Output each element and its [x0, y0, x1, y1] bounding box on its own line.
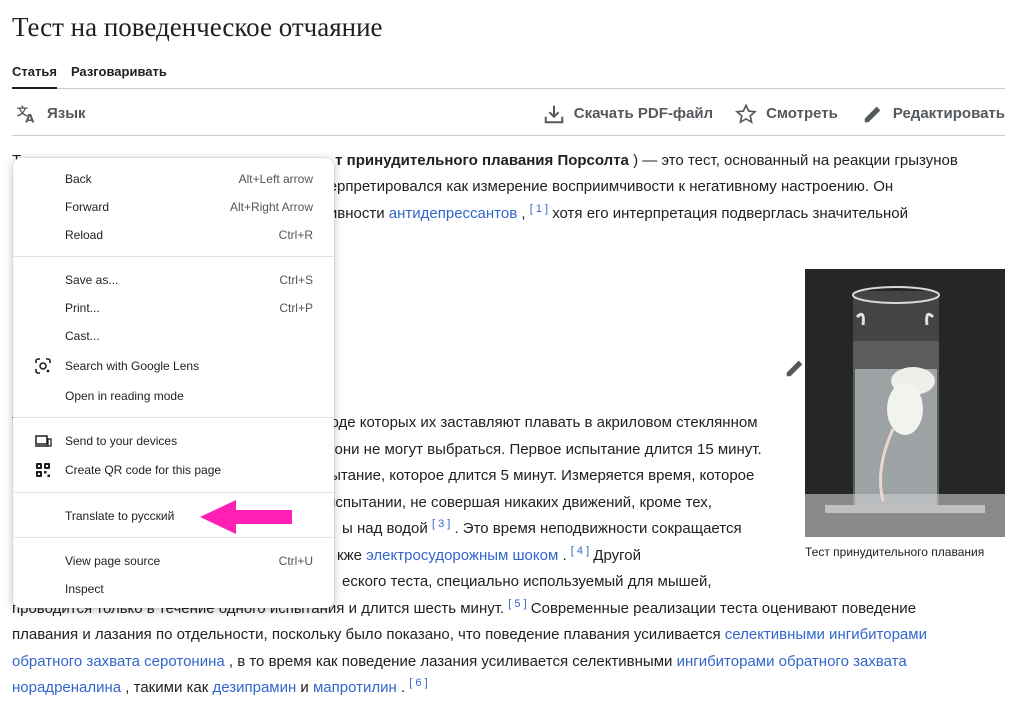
menu-item-save-as[interactable]: Save as... Ctrl+S	[13, 266, 334, 294]
article-text: , в то время как поведение лазания усили…	[224, 653, 677, 670]
ref-3[interactable]: [ 3 ]	[432, 518, 450, 530]
menu-item-label: Inspect	[65, 582, 104, 596]
link-serotonin-reuptake[interactable]: обратного захвата серотонина	[12, 653, 225, 670]
menu-item-reading-mode[interactable]: Open in reading mode	[13, 382, 334, 410]
download-pdf-label: Скачать PDF-файл	[573, 105, 714, 122]
article-line: ы над водой [ 3 ] . Это время неподвижно…	[342, 516, 742, 543]
google-lens-icon	[35, 358, 51, 374]
menu-separator	[13, 417, 334, 418]
link-desipramine[interactable]: дезипрамин	[212, 679, 296, 696]
qr-code-icon	[36, 463, 50, 477]
article-text: Современные реализации теста оценивают п…	[526, 600, 917, 617]
menu-item-shortcut: Ctrl+P	[279, 301, 313, 315]
article-line: терпретировался как измерение восприимчи…	[322, 178, 894, 195]
star-icon	[735, 102, 758, 124]
menu-item-cast[interactable]: Cast...	[13, 322, 334, 350]
link-selective-inhibitors[interactable]: селективными ингибиторами	[725, 626, 927, 643]
menu-item-label: Send to your devices	[65, 434, 178, 448]
article-line: норадреналина , такими как дезипрамин и …	[12, 677, 428, 697]
pencil-icon	[864, 106, 881, 122]
article-line: о они не могут выбраться. Первое испытан…	[322, 441, 762, 458]
menu-item-label: Search with Google Lens	[65, 359, 200, 373]
menu-separator	[13, 537, 334, 538]
menu-item-label: Save as...	[65, 273, 119, 287]
edit-label: Редактировать	[892, 105, 1005, 122]
menu-item-shortcut: Ctrl+S	[279, 273, 313, 287]
article-line: тивности антидепрессантов , [ 1 ] хотя е…	[322, 203, 908, 223]
article-line: плавания и лазания по отдельности, поско…	[12, 622, 927, 649]
article-text: плавания и лазания по отдельности, поско…	[12, 626, 725, 643]
watch-button[interactable]: Смотреть	[735, 102, 838, 125]
link-reuptake-inhibitors[interactable]: ингибиторами обратного захвата	[677, 653, 907, 670]
menu-item-label: Print...	[65, 301, 100, 315]
menu-separator	[13, 256, 334, 257]
menu-item-label: Forward	[65, 200, 110, 214]
menu-item-reload[interactable]: Reload Ctrl+R	[13, 221, 334, 249]
article-text: кже	[337, 547, 367, 564]
menu-item-view-source[interactable]: View page source Ctrl+U	[13, 547, 334, 575]
menu-item-send-to-devices[interactable]: Send to your devices	[13, 427, 334, 455]
page-toolbar: 文A Язык Скачать PDF-файл Смотреть Редакт…	[12, 92, 1005, 136]
menu-item-shortcut: Ctrl+R	[278, 228, 313, 242]
article-line: испытании, не совершая никаких движений,…	[327, 494, 712, 511]
pink-pointer-arrow-icon	[200, 500, 292, 534]
menu-item-shortcut: Alt+Right Arrow	[229, 200, 313, 214]
download-icon	[544, 105, 564, 123]
menu-item-label: Cast...	[65, 329, 100, 343]
bold-term: т принудительного плавания Порсолта	[335, 152, 629, 169]
page-tabs: Статья Разговаривать	[12, 62, 1005, 89]
article-text: и	[296, 679, 313, 696]
browser-context-menu: Back Alt+Left arrow Forward Alt+Right Ar…	[13, 158, 334, 608]
article-figure: Тест принудительного плавания	[805, 269, 1005, 559]
link-noradrenaline[interactable]: норадреналина	[12, 679, 121, 696]
ref-6[interactable]: [ 6 ]	[409, 677, 427, 689]
ref-5[interactable]: [ 5 ]	[508, 598, 526, 610]
menu-item-google-lens[interactable]: Search with Google Lens	[13, 352, 334, 380]
menu-item-qr-code[interactable]: Create QR code for this page	[13, 456, 334, 484]
tab-article[interactable]: Статья	[12, 62, 57, 89]
menu-item-shortcut: Ctrl+U	[278, 554, 313, 568]
link-antidepressants[interactable]: антидепрессантов	[389, 205, 517, 222]
menu-item-label: Reload	[65, 228, 104, 242]
link-electroconvulsive-shock[interactable]: электросудорожным шоком	[366, 547, 558, 564]
article-line: пытание, которое длится 5 минут. Измеряе…	[322, 467, 755, 484]
menu-item-print[interactable]: Print... Ctrl+P	[13, 294, 334, 322]
edit-button[interactable]: Редактировать	[862, 103, 1005, 125]
page-title: Тест на поведенческое отчаяние	[12, 12, 383, 42]
translate-icon: 文A	[17, 103, 35, 125]
article-line: кже электросудорожным шоком . [ 4 ] Друг…	[337, 545, 642, 565]
article-line: еского теста, специально используемый дл…	[342, 573, 712, 590]
article-text: ) — это тест, основанный на реакции грыз…	[628, 152, 958, 169]
ref-4[interactable]: [ 4 ]	[571, 545, 589, 557]
language-label: Язык	[47, 105, 86, 122]
watch-label: Смотреть	[766, 105, 838, 122]
menu-item-inspect[interactable]: Inspect	[13, 575, 334, 603]
article-text: Другой	[589, 547, 642, 564]
download-pdf-button[interactable]: Скачать PDF-файл	[543, 103, 713, 125]
svg-text:A: A	[25, 111, 35, 125]
article-text: , такими как	[121, 679, 213, 696]
menu-item-label: Translate to русский	[65, 509, 175, 523]
article-text: . Это время неподвижности сокращается	[450, 520, 742, 537]
section-edit-pencil-icon[interactable]	[784, 357, 806, 379]
menu-separator	[13, 492, 334, 493]
forced-swim-test-photo[interactable]	[805, 269, 1005, 537]
article-text: ходе которых их заставляют плавать в акр…	[323, 414, 758, 431]
figure-caption: Тест принудительного плавания	[805, 545, 985, 559]
devices-icon	[35, 435, 52, 447]
menu-item-back[interactable]: Back Alt+Left arrow	[13, 165, 334, 193]
tab-talk[interactable]: Разговаривать	[71, 62, 167, 89]
menu-item-label: Create QR code for this page	[65, 463, 222, 477]
article-text: хотя его интерпретация подверглась значи…	[548, 205, 908, 222]
menu-item-forward[interactable]: Forward Alt+Right Arrow	[13, 193, 334, 221]
article-line: обратного захвата серотонина , в то врем…	[12, 649, 907, 676]
language-button[interactable]: 文A Язык	[16, 103, 86, 125]
menu-item-label: Open in reading mode	[65, 389, 184, 403]
menu-item-label: View page source	[65, 554, 161, 568]
menu-item-shortcut: Alt+Left arrow	[238, 172, 313, 186]
link-maprotiline[interactable]: мапротилин	[313, 679, 397, 696]
menu-item-label: Back	[65, 172, 92, 186]
ref-1[interactable]: [ 1 ]	[530, 203, 548, 215]
article-text: ы над водой	[342, 520, 432, 537]
